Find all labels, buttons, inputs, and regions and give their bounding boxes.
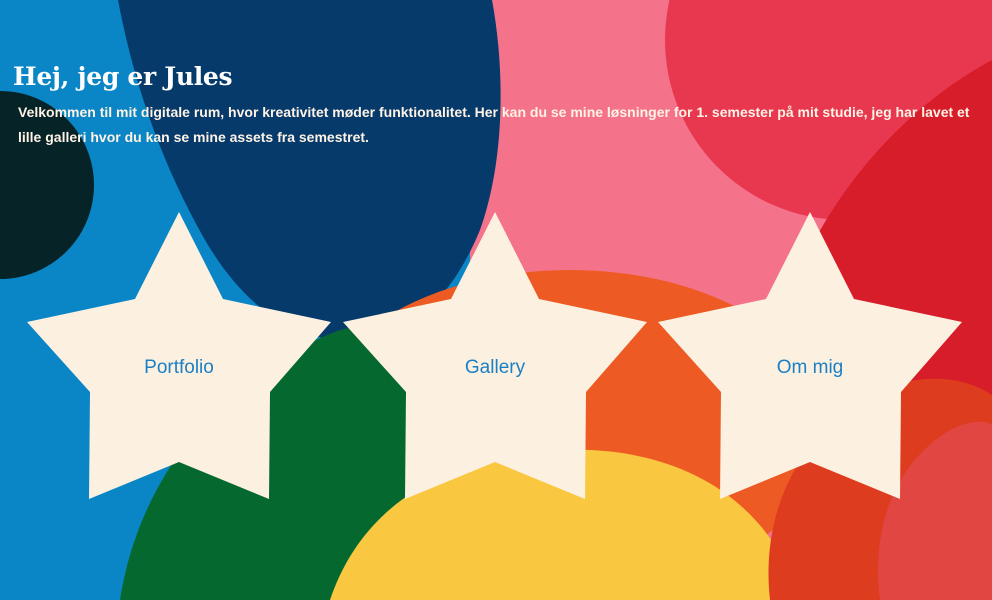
nav-star-om-mig[interactable]: Om mig bbox=[658, 212, 962, 502]
nav-star-portfolio[interactable]: Portfolio bbox=[27, 212, 331, 502]
page-title: Hej, jeg er Jules bbox=[13, 62, 233, 91]
nav-label-portfolio: Portfolio bbox=[144, 357, 214, 378]
nav-label-gallery: Gallery bbox=[464, 357, 526, 378]
intro-text: Velkommen til mit digitale rum, hvor kre… bbox=[18, 104, 970, 145]
nav-label-om-mig: Om mig bbox=[776, 357, 844, 378]
hero: Hej, jeg er Jules Velkommen til mit digi… bbox=[13, 62, 973, 150]
nav-star-gallery[interactable]: Gallery bbox=[343, 212, 647, 502]
